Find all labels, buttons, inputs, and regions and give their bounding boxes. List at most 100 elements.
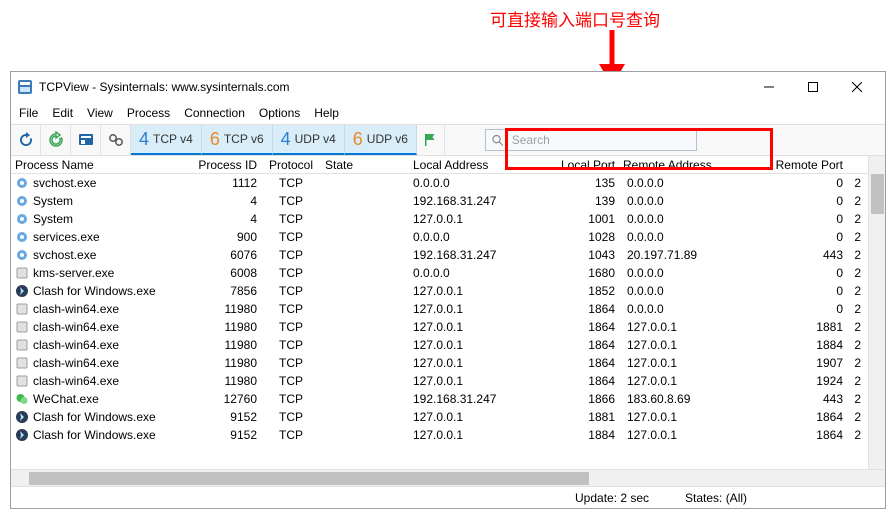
cell-remote-addr: 0.0.0.0 <box>619 284 771 298</box>
filter-udp-v6-button[interactable]: 6 UDP v6 <box>345 125 417 155</box>
table-row[interactable]: svchost.exe1112TCP0.0.0.01350.0.0.002 <box>11 174 868 192</box>
filter-tcp-v6-button[interactable]: 6 TCP v6 <box>202 125 273 155</box>
process-icon <box>15 410 29 424</box>
col-process-id[interactable]: Process ID <box>181 158 261 172</box>
menu-process[interactable]: Process <box>127 106 170 120</box>
col-state[interactable]: State <box>321 158 409 172</box>
cell-protocol: TCP <box>261 410 321 424</box>
properties-button[interactable] <box>71 125 101 155</box>
menu-options[interactable]: Options <box>259 106 300 120</box>
maximize-button[interactable] <box>791 73 835 101</box>
cell-protocol: TCP <box>261 284 321 298</box>
refresh-now-button[interactable] <box>11 125 41 155</box>
search-input[interactable] <box>510 132 690 148</box>
cell-protocol: TCP <box>261 428 321 442</box>
resolve-addresses-button[interactable] <box>417 125 445 155</box>
vertical-scrollbar[interactable] <box>868 156 885 469</box>
table-row[interactable]: services.exe900TCP0.0.0.010280.0.0.002 <box>11 228 868 246</box>
hscroll-thumb[interactable] <box>29 472 589 485</box>
maximize-icon <box>808 82 818 92</box>
process-icon <box>15 230 29 244</box>
cell-process-name: clash-win64.exe <box>33 374 119 388</box>
cell-protocol: TCP <box>261 392 321 406</box>
col-remote-addr[interactable]: Remote Address <box>619 158 771 172</box>
table-row[interactable]: Clash for Windows.exe9152TCP127.0.0.1188… <box>11 426 868 444</box>
cell-extra: 2 <box>847 338 865 352</box>
cell-extra: 2 <box>847 212 865 226</box>
menu-edit[interactable]: Edit <box>52 106 73 120</box>
close-button[interactable] <box>835 73 879 101</box>
cell-remote-addr: 0.0.0.0 <box>619 302 771 316</box>
table-row[interactable]: Clash for Windows.exe9152TCP127.0.0.1188… <box>11 408 868 426</box>
toolbar: 4 TCP v4 6 TCP v6 4 UDP v4 6 UDP v6 <box>11 124 885 156</box>
menu-help[interactable]: Help <box>314 106 339 120</box>
col-process-name[interactable]: Process Name <box>11 158 181 172</box>
cell-local-addr: 127.0.0.1 <box>409 320 557 334</box>
cell-process-name: Clash for Windows.exe <box>33 284 156 298</box>
cell-local-port: 1680 <box>557 266 619 280</box>
cell-protocol: TCP <box>261 176 321 190</box>
cell-process-name: svchost.exe <box>33 248 96 262</box>
table-row[interactable]: System4TCP192.168.31.2471390.0.0.002 <box>11 192 868 210</box>
cell-process-name: svchost.exe <box>33 176 96 190</box>
cell-remote-port: 0 <box>771 266 847 280</box>
cell-process-id: 11980 <box>181 374 261 388</box>
menu-connection[interactable]: Connection <box>184 106 245 120</box>
cell-remote-addr: 0.0.0.0 <box>619 212 771 226</box>
col-local-port[interactable]: Local Port <box>557 158 619 172</box>
cell-extra: 2 <box>847 356 865 370</box>
search-box[interactable] <box>485 129 697 151</box>
cell-process-name: kms-server.exe <box>33 266 114 280</box>
cell-process-id: 6076 <box>181 248 261 262</box>
cell-local-addr: 127.0.0.1 <box>409 338 557 352</box>
col-remote-port[interactable]: Remote Port <box>771 158 847 172</box>
col-protocol[interactable]: Protocol <box>261 158 321 172</box>
table-row[interactable]: kms-server.exe6008TCP0.0.0.016800.0.0.00… <box>11 264 868 282</box>
minimize-icon <box>764 82 774 92</box>
digit-4-icon: 4 <box>281 129 291 150</box>
cell-protocol: TCP <box>261 320 321 334</box>
cell-local-port: 1864 <box>557 338 619 352</box>
table-row[interactable]: Clash for Windows.exe7856TCP127.0.0.1185… <box>11 282 868 300</box>
connections-grid: Process Name Process ID Protocol State L… <box>11 156 885 469</box>
cell-process-name: Clash for Windows.exe <box>33 410 156 424</box>
cell-remote-port: 0 <box>771 194 847 208</box>
filter-tcp-v4-button[interactable]: 4 TCP v4 <box>131 125 202 155</box>
cell-local-port: 1864 <box>557 374 619 388</box>
table-row[interactable]: svchost.exe6076TCP192.168.31.247104320.1… <box>11 246 868 264</box>
cell-remote-addr: 127.0.0.1 <box>619 374 771 388</box>
filter-udp-v4-button[interactable]: 4 UDP v4 <box>273 125 345 155</box>
cell-protocol: TCP <box>261 212 321 226</box>
cell-local-addr: 192.168.31.247 <box>409 194 557 208</box>
col-local-addr[interactable]: Local Address <box>409 158 557 172</box>
table-row[interactable]: clash-win64.exe11980TCP127.0.0.11864127.… <box>11 336 868 354</box>
process-icon <box>15 320 29 334</box>
cell-protocol: TCP <box>261 338 321 352</box>
table-row[interactable]: clash-win64.exe11980TCP127.0.0.11864127.… <box>11 318 868 336</box>
menu-file[interactable]: File <box>19 106 38 120</box>
menu-view[interactable]: View <box>87 106 113 120</box>
properties-icon <box>77 131 95 149</box>
cell-process-id: 11980 <box>181 356 261 370</box>
settings-button[interactable] <box>101 125 131 155</box>
flag-icon <box>422 132 438 148</box>
vscroll-thumb[interactable] <box>871 174 884 214</box>
cell-remote-addr: 183.60.8.69 <box>619 392 771 406</box>
cell-local-addr: 127.0.0.1 <box>409 410 557 424</box>
table-row[interactable]: WeChat.exe12760TCP192.168.31.2471866183.… <box>11 390 868 408</box>
process-icon <box>15 428 29 442</box>
gear-pair-icon <box>107 131 125 149</box>
table-row[interactable]: System4TCP127.0.0.110010.0.0.002 <box>11 210 868 228</box>
auto-refresh-button[interactable] <box>41 125 71 155</box>
cell-process-id: 11980 <box>181 338 261 352</box>
cell-extra: 2 <box>847 230 865 244</box>
cell-process-name: services.exe <box>33 230 100 244</box>
minimize-button[interactable] <box>747 73 791 101</box>
table-row[interactable]: clash-win64.exe11980TCP127.0.0.118640.0.… <box>11 300 868 318</box>
cell-remote-port: 1907 <box>771 356 847 370</box>
table-row[interactable]: clash-win64.exe11980TCP127.0.0.11864127.… <box>11 372 868 390</box>
table-row[interactable]: clash-win64.exe11980TCP127.0.0.11864127.… <box>11 354 868 372</box>
process-icon <box>15 176 29 190</box>
cell-local-port: 1028 <box>557 230 619 244</box>
horizontal-scrollbar[interactable] <box>11 469 885 486</box>
